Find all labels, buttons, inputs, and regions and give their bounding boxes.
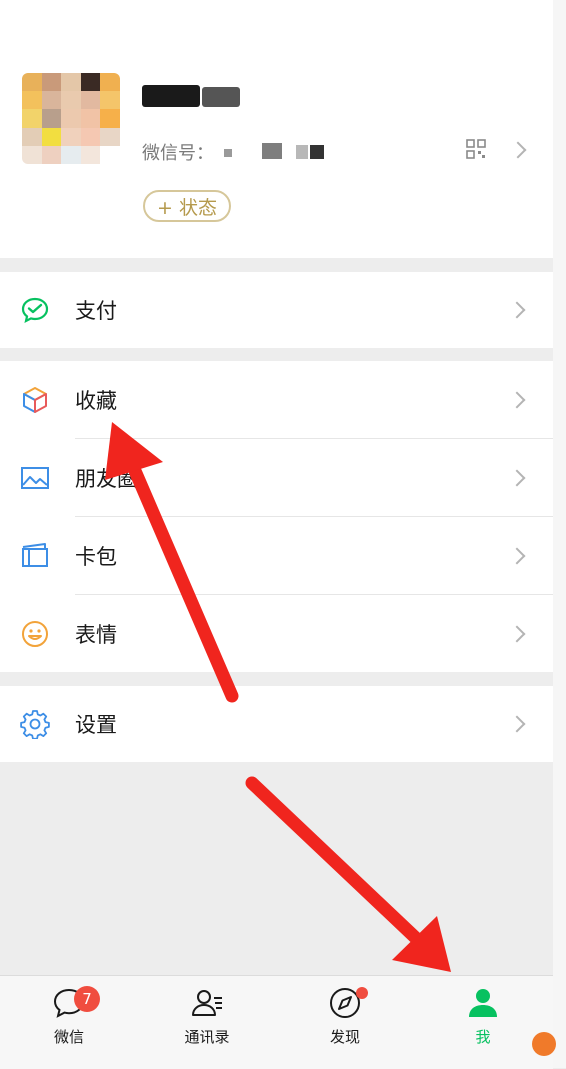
screen-edge: [553, 0, 566, 1068]
wechat-id-redacted: [218, 141, 333, 161]
tab-label-discover: 发现: [329, 1028, 360, 1046]
menu-label-moments: 朋友圈: [75, 467, 138, 491]
avatar[interactable]: [22, 73, 120, 164]
menu-item-stickers[interactable]: 表情: [0, 595, 553, 673]
arrow-to-me-tab: [245, 776, 451, 972]
chevron-right-icon: [508, 391, 526, 409]
tab-contacts[interactable]: 通讯录: [138, 976, 276, 1069]
tab-me[interactable]: 我: [414, 976, 552, 1069]
menu-item-favorites[interactable]: 收藏: [0, 361, 553, 439]
tab-discover[interactable]: 发现: [276, 976, 414, 1069]
unread-badge: 7: [74, 986, 100, 1012]
gear-icon: [20, 710, 50, 739]
tab-chats[interactable]: 微信: [0, 976, 138, 1069]
contacts-icon: [192, 990, 222, 1016]
wechat-id-label: 微信号：: [142, 143, 214, 164]
menu-label-settings: 设置: [75, 713, 117, 737]
menu-item-moments[interactable]: 朋友圈: [0, 439, 553, 517]
tab-label-contacts: 通讯录: [184, 1028, 230, 1046]
chevron-right-icon: [508, 547, 526, 565]
chevron-right-icon: [508, 301, 526, 319]
person-icon: [469, 989, 497, 1017]
tab-label-chats: 微信: [53, 1028, 84, 1046]
wechat-pay-icon: [21, 297, 49, 324]
main-menu-section: 收藏 朋友圈 卡包 表情: [0, 361, 553, 672]
menu-label-cards: 卡包: [75, 545, 117, 569]
card-wallet-icon: [22, 543, 48, 567]
cube-icon: [23, 387, 47, 413]
chevron-right-icon: [508, 715, 526, 733]
profile-chevron-icon: [509, 141, 527, 159]
menu-item-settings[interactable]: 设置: [0, 686, 553, 762]
status-button[interactable]: + 状态: [143, 190, 231, 222]
menu-item-pay[interactable]: 支付: [0, 272, 553, 348]
menu-label-pay: 支付: [75, 299, 117, 323]
picture-icon: [21, 467, 49, 489]
smiley-icon: [22, 621, 48, 647]
nickname-redacted: [142, 83, 244, 109]
settings-section: 设置: [0, 686, 553, 762]
menu-label-favorites: 收藏: [75, 389, 117, 413]
menu-label-stickers: 表情: [75, 623, 117, 647]
floating-corner-icon[interactable]: [532, 1032, 556, 1056]
profile-header[interactable]: 微信号： + 状态: [0, 0, 553, 258]
chevron-right-icon: [508, 625, 526, 643]
pay-section: 支付: [0, 272, 553, 348]
notification-dot: [356, 987, 368, 999]
menu-item-cards[interactable]: 卡包: [0, 517, 553, 595]
qr-code-icon[interactable]: [466, 139, 486, 159]
chevron-right-icon: [508, 469, 526, 487]
